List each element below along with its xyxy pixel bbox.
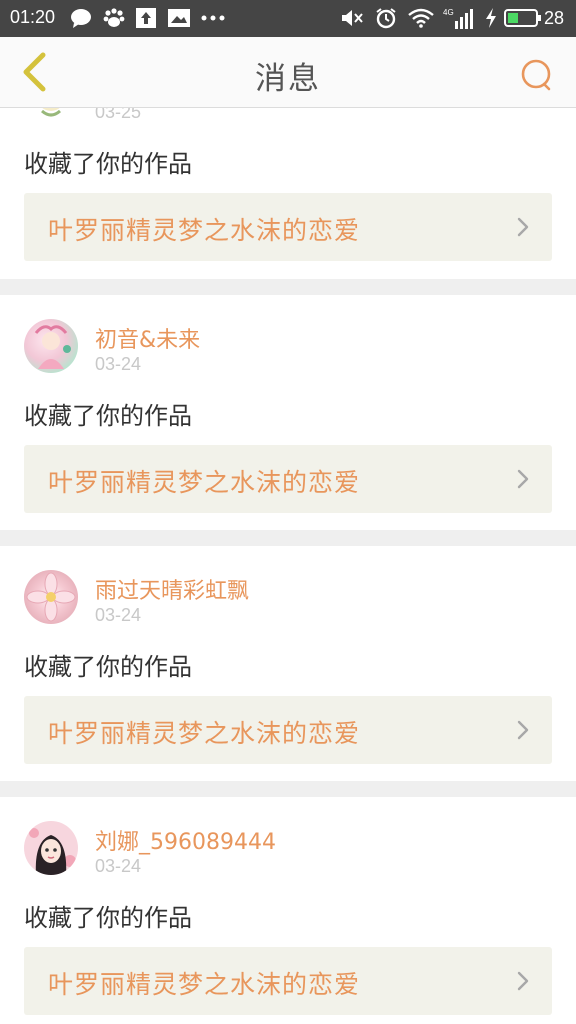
message-date: 03-24 (95, 605, 142, 625)
avatar[interactable] (24, 319, 78, 373)
chevron-right-icon (517, 217, 529, 237)
alarm-icon (374, 7, 398, 29)
signal-4g-icon: 4G (443, 7, 475, 29)
message-list[interactable]: 03-25 收藏了你的作品 叶罗丽精灵梦之水沫的恋爱 初音&未来 03-24 收… (0, 108, 576, 1024)
status-time: 01:20 (10, 7, 56, 27)
username[interactable]: 初音&未来 (95, 322, 200, 354)
more-dots-icon (200, 7, 226, 29)
message-card: 刘娜_596089444 03-24 收藏了你的作品 叶罗丽精灵梦之水沫的恋爱 (0, 797, 576, 1024)
message-date: 03-25 (95, 108, 142, 122)
battery-level: 28 (544, 8, 565, 28)
work-title: 叶罗丽精灵梦之水沫的恋爱 (48, 468, 361, 497)
action-text: 收藏了你的作品 (24, 904, 192, 932)
action-text: 收藏了你的作品 (24, 653, 192, 681)
baidu-paw-icon (102, 7, 126, 29)
message-card: 初音&未来 03-24 收藏了你的作品 叶罗丽精灵梦之水沫的恋爱 (0, 295, 576, 530)
work-title: 叶罗丽精灵梦之水沫的恋爱 (48, 719, 361, 748)
work-link[interactable]: 叶罗丽精灵梦之水沫的恋爱 (24, 193, 552, 261)
work-link[interactable]: 叶罗丽精灵梦之水沫的恋爱 (24, 696, 552, 764)
avatar[interactable] (24, 108, 78, 121)
work-link[interactable]: 叶罗丽精灵梦之水沫的恋爱 (24, 947, 552, 1015)
search-button[interactable] (516, 55, 556, 95)
action-text: 收藏了你的作品 (24, 150, 192, 178)
work-title: 叶罗丽精灵梦之水沫的恋爱 (48, 216, 361, 245)
avatar[interactable] (24, 570, 78, 624)
battery-icon (504, 7, 542, 29)
title-bar: 消息 (0, 37, 576, 108)
message-card: 03-25 收藏了你的作品 叶罗丽精灵梦之水沫的恋爱 (0, 108, 576, 279)
username[interactable]: 刘娜_596089444 (95, 824, 276, 856)
chevron-right-icon (517, 469, 529, 489)
chevron-right-icon (517, 720, 529, 740)
message-date: 03-24 (95, 856, 142, 876)
message-date: 03-24 (95, 354, 142, 374)
action-text: 收藏了你的作品 (24, 402, 192, 430)
wifi-icon (408, 7, 434, 29)
page-title: 消息 (255, 61, 321, 97)
charging-icon (484, 7, 498, 29)
chat-bubble-icon (70, 7, 92, 29)
svg-text:4G: 4G (443, 8, 454, 17)
username[interactable]: 雨过天晴彩虹飘 (95, 573, 249, 605)
avatar[interactable] (24, 821, 78, 875)
chevron-right-icon (517, 971, 529, 991)
mute-icon (340, 7, 364, 29)
image-notice-icon (167, 7, 191, 29)
upload-icon (135, 7, 157, 29)
message-card: 雨过天晴彩虹飘 03-24 收藏了你的作品 叶罗丽精灵梦之水沫的恋爱 (0, 546, 576, 781)
search-icon (521, 59, 551, 91)
status-bar: 01:20 4G 28 (0, 0, 576, 37)
work-title: 叶罗丽精灵梦之水沫的恋爱 (48, 970, 361, 999)
work-link[interactable]: 叶罗丽精灵梦之水沫的恋爱 (24, 445, 552, 513)
